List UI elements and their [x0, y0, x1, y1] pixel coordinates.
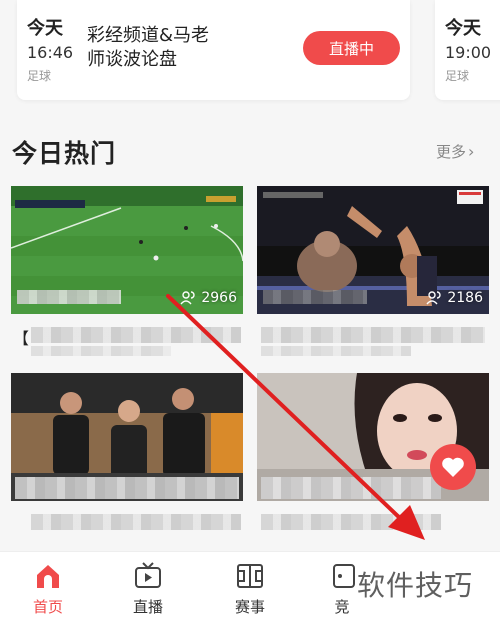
watermark: 软件技巧: [357, 569, 474, 602]
blurred-video-title: [31, 327, 241, 343]
viewer-count-value: 2966: [201, 290, 237, 306]
match-field-icon: [237, 564, 263, 588]
video-thumbnail: [11, 373, 243, 501]
schedule-strip: 今天 16:46 足球 彩经频道&马老师谈波论盘 直播中 今天 19:00 足球: [0, 0, 500, 115]
video-card[interactable]: 2186: [257, 186, 489, 356]
home-icon: [37, 565, 59, 588]
schedule-card[interactable]: 今天 19:00 足球: [435, 0, 500, 100]
viewer-count: 2186: [426, 290, 483, 306]
favorite-fab-button[interactable]: [430, 444, 476, 490]
tv-icon: [135, 562, 161, 588]
schedule-sport: 足球: [445, 69, 470, 83]
video-thumbnail: 2186: [257, 186, 489, 314]
schedule-sport: 足球: [27, 69, 52, 83]
nav-label: 首页: [32, 598, 63, 616]
blurred-streamer-name: [263, 290, 367, 304]
video-card[interactable]: 2966 【: [11, 186, 243, 356]
nav-label: 直播: [132, 598, 163, 616]
blurred-video-title: [31, 514, 241, 530]
viewers-icon: [180, 291, 195, 305]
video-title-prefix: 【: [13, 329, 30, 348]
blurred-streamer-name: [261, 477, 441, 499]
blurred-streamer-name: [17, 290, 121, 304]
schedule-title: 彩经频道&马老师谈波论盘: [87, 25, 210, 70]
viewer-count: 2966: [180, 290, 237, 306]
heart-icon: [442, 457, 464, 477]
schedule-day: 今天: [445, 18, 481, 39]
schedule-time: 19:00: [445, 43, 492, 62]
blurred-video-title: [261, 346, 411, 356]
blurred-video-title: [261, 514, 441, 530]
live-now-button[interactable]: 直播中: [303, 31, 400, 65]
blurred-streamer-name: [15, 477, 239, 499]
more-link[interactable]: 更多 ›: [436, 141, 474, 162]
viewer-count-value: 2186: [447, 290, 483, 306]
guess-icon: [333, 564, 355, 588]
more-label: 更多: [436, 143, 467, 161]
nav-label: 赛事: [234, 598, 265, 616]
schedule-card[interactable]: 今天 16:46 足球 彩经频道&马老师谈波论盘 直播中: [17, 0, 410, 100]
blurred-video-title: [261, 327, 485, 343]
schedule-time: 16:46: [27, 43, 74, 62]
chevron-right-icon: ›: [468, 142, 475, 161]
video-thumbnail: 2966: [11, 186, 243, 314]
section-title: 今日热门: [12, 139, 117, 168]
viewers-icon: [426, 291, 441, 305]
schedule-day: 今天: [27, 18, 63, 39]
blurred-video-title: [31, 346, 171, 356]
video-card[interactable]: [11, 373, 243, 538]
